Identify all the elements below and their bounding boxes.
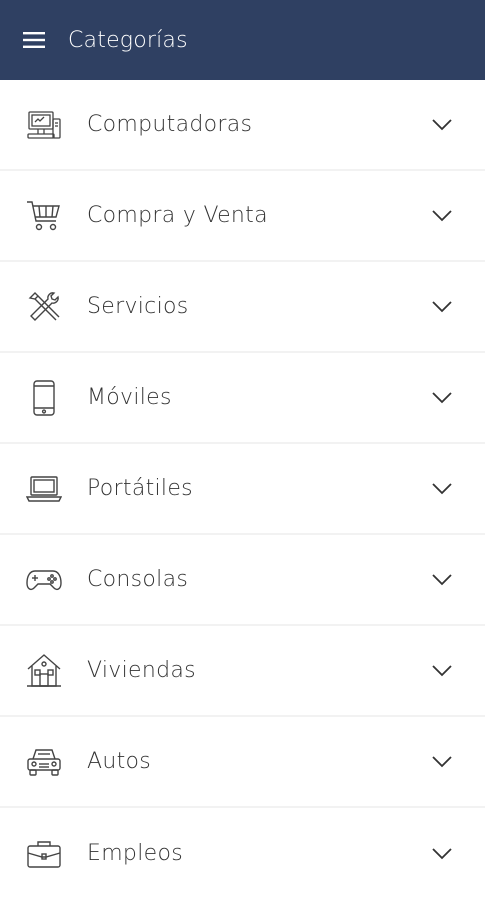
chevron-down-icon[interactable] xyxy=(429,567,455,593)
chevron-down-icon[interactable] xyxy=(429,658,455,684)
chevron-down-icon[interactable] xyxy=(429,112,455,138)
category-item-computadoras[interactable]: Computadoras xyxy=(0,80,485,171)
car-icon xyxy=(26,744,62,780)
house-icon xyxy=(26,653,62,689)
shopping-cart-icon xyxy=(26,198,62,234)
category-label: Portátiles xyxy=(87,476,193,501)
category-label: Móviles xyxy=(87,385,172,410)
category-item-consolas[interactable]: Consolas xyxy=(0,535,485,626)
page-title: Categorías xyxy=(68,27,188,53)
category-label: Empleos xyxy=(87,841,183,866)
app-screen: Categorías Computadoras Compra y Venta S… xyxy=(0,0,485,900)
chevron-down-icon[interactable] xyxy=(429,841,455,867)
mobile-phone-icon xyxy=(26,379,62,416)
briefcase-icon xyxy=(26,836,62,872)
chevron-down-icon[interactable] xyxy=(429,294,455,320)
category-label: Autos xyxy=(87,749,152,774)
chevron-down-icon[interactable] xyxy=(429,203,455,229)
gamepad-icon xyxy=(26,562,62,598)
category-list: Computadoras Compra y Venta Servicios Mó… xyxy=(0,80,485,899)
hamburger-menu-icon xyxy=(23,32,45,48)
category-item-compra-y-venta[interactable]: Compra y Venta xyxy=(0,171,485,262)
category-label: Viviendas xyxy=(87,658,196,683)
category-label: Consolas xyxy=(87,567,189,592)
category-item-servicios[interactable]: Servicios xyxy=(0,262,485,353)
category-item-autos[interactable]: Autos xyxy=(0,717,485,808)
tools-icon xyxy=(26,289,62,325)
chevron-down-icon[interactable] xyxy=(429,385,455,411)
category-label: Computadoras xyxy=(87,112,253,137)
app-bar: Categorías xyxy=(0,0,485,80)
chevron-down-icon[interactable] xyxy=(429,476,455,502)
category-item-moviles[interactable]: Móviles xyxy=(0,353,485,444)
category-label: Compra y Venta xyxy=(87,203,268,228)
category-label: Servicios xyxy=(87,294,189,319)
category-item-portatiles[interactable]: Portátiles xyxy=(0,444,485,535)
menu-button[interactable] xyxy=(22,28,46,52)
desktop-computer-icon xyxy=(26,107,62,143)
category-item-empleos[interactable]: Empleos xyxy=(0,808,485,899)
category-item-viviendas[interactable]: Viviendas xyxy=(0,626,485,717)
chevron-down-icon[interactable] xyxy=(429,749,455,775)
laptop-icon xyxy=(26,471,62,507)
